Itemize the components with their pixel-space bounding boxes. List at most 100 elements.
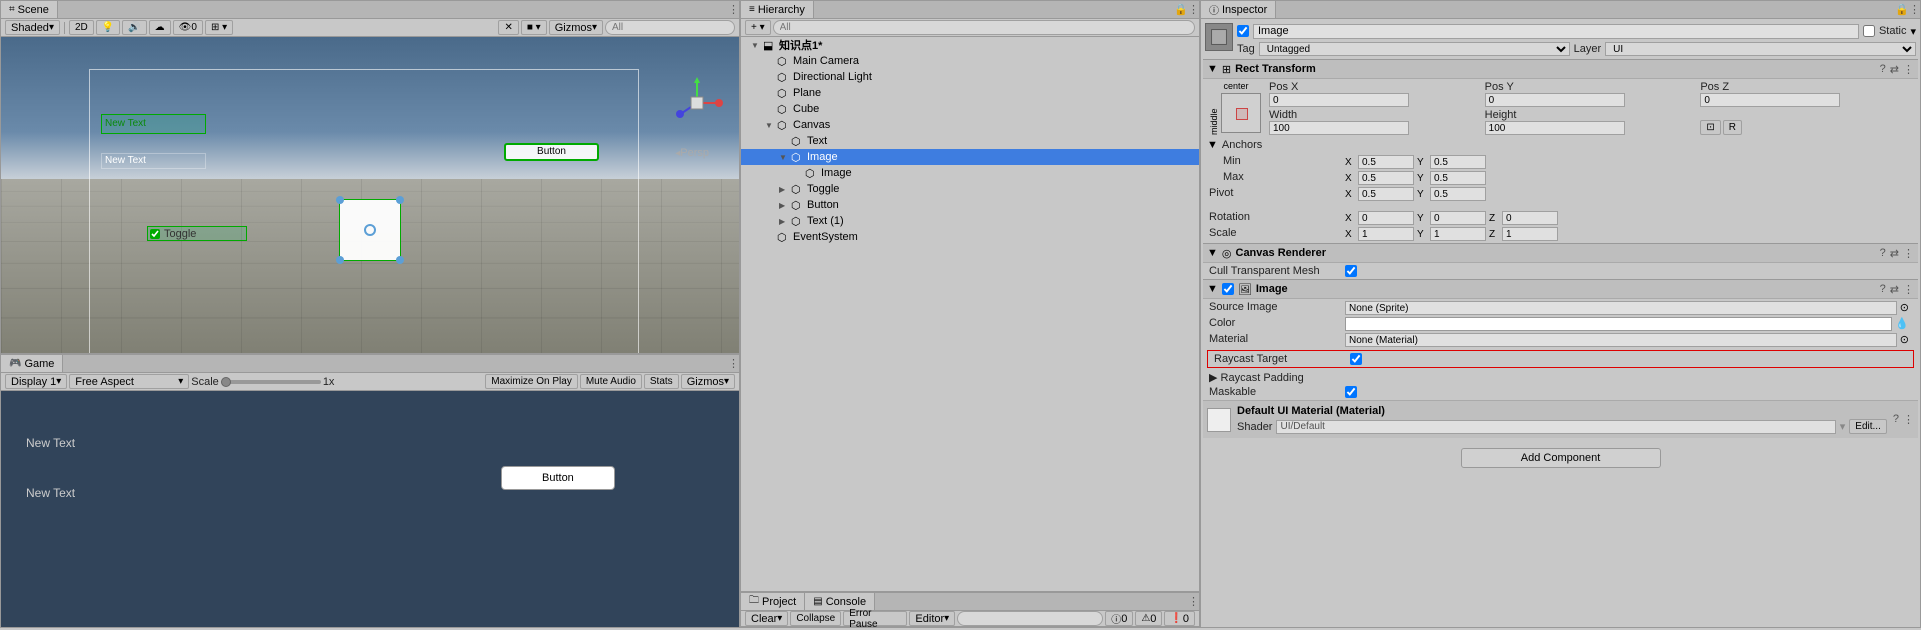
pos-z-input[interactable] (1700, 93, 1840, 107)
tree-item[interactable]: ⬡Text (741, 133, 1199, 149)
tree-arrow-icon[interactable]: ▶ (779, 217, 789, 226)
tree-item[interactable]: ⬡Main Camera (741, 53, 1199, 69)
tree-item[interactable]: ▼⬓知识点1* (741, 37, 1199, 53)
anchors-foldout-icon[interactable]: ▼ (1207, 139, 1218, 151)
error-count[interactable]: ❗0 (1164, 611, 1195, 626)
add-component-button[interactable]: Add Component (1461, 448, 1661, 468)
console-search-input[interactable] (957, 611, 1103, 626)
fx-toggle-icon[interactable]: ☁ (149, 20, 171, 35)
camera-icon[interactable]: ■ ▾ (521, 20, 547, 35)
raycast-padding-foldout-icon[interactable]: ▶ (1209, 372, 1217, 384)
height-input[interactable] (1485, 121, 1625, 135)
pos-x-input[interactable] (1269, 93, 1409, 107)
tree-arrow-icon[interactable]: ▶ (779, 185, 789, 194)
scene-text-object-1[interactable]: New Text (101, 114, 206, 134)
panel-menu-icon[interactable]: ⋮ (728, 3, 739, 16)
edit-shader-button[interactable]: Edit... (1849, 419, 1887, 434)
anchor-max-y-input[interactable] (1430, 171, 1486, 185)
perspective-label[interactable]: ◂Persp (675, 147, 709, 159)
panel-menu-icon[interactable]: ⋮ (1188, 3, 1199, 16)
pivot-handle[interactable] (364, 224, 376, 236)
create-dropdown[interactable]: + ▾ (745, 20, 771, 35)
scene-image-object[interactable] (339, 199, 401, 261)
tree-item[interactable]: ⬡Image (741, 165, 1199, 181)
tree-item[interactable]: ⬡Cube (741, 101, 1199, 117)
resize-handle[interactable] (396, 256, 404, 264)
visibility-toggle-icon[interactable]: 👁0 (173, 20, 203, 35)
tree-item[interactable]: ▶⬡Text (1) (741, 213, 1199, 229)
shading-dropdown[interactable]: Shaded ▾ (5, 20, 60, 35)
scene-text-object-2[interactable]: New Text (101, 153, 206, 169)
panel-lock-icon[interactable]: 🔒 (1895, 3, 1909, 16)
scene-tab[interactable]: ⌗ Scene (1, 1, 58, 18)
game-tab[interactable]: 🎮 Game (1, 355, 63, 372)
gizmos-dropdown[interactable]: Gizmos ▾ (549, 20, 603, 35)
scene-toggle-object[interactable]: Toggle (147, 226, 247, 241)
tree-arrow-icon[interactable]: ▼ (751, 41, 761, 50)
tree-item[interactable]: ⬡Directional Light (741, 69, 1199, 85)
layer-dropdown[interactable]: UI (1605, 42, 1916, 56)
image-component-header[interactable]: ▼ 🖼 Image ?⇄⋮ (1203, 279, 1918, 299)
anchor-min-x-input[interactable] (1358, 155, 1414, 169)
tree-arrow-icon[interactable]: ▼ (765, 121, 775, 130)
pivot-x-input[interactable] (1358, 187, 1414, 201)
menu-icon[interactable]: ⋮ (1903, 283, 1914, 296)
audio-toggle-icon[interactable]: 🔊 (122, 20, 146, 35)
menu-icon[interactable]: ⋮ (1903, 63, 1914, 76)
rotation-z-input[interactable] (1502, 211, 1558, 225)
image-enabled-checkbox[interactable] (1222, 283, 1234, 295)
pos-y-input[interactable] (1485, 93, 1625, 107)
tree-item[interactable]: ⬡EventSystem (741, 229, 1199, 245)
object-picker-icon[interactable]: ⊙ (1897, 301, 1912, 315)
gameobject-name-input[interactable] (1253, 24, 1859, 39)
anchor-min-y-input[interactable] (1430, 155, 1486, 169)
resize-handle[interactable] (336, 256, 344, 264)
editor-dropdown[interactable]: Editor ▾ (909, 611, 955, 626)
maximize-toggle[interactable]: Maximize On Play (485, 374, 578, 389)
tree-item[interactable]: ▼⬡Canvas (741, 117, 1199, 133)
scale-y-input[interactable] (1430, 227, 1486, 241)
preset-icon[interactable]: ⇄ (1890, 63, 1899, 76)
anchor-max-x-input[interactable] (1358, 171, 1414, 185)
scale-x-input[interactable] (1358, 227, 1414, 241)
help-icon[interactable]: ? (1880, 283, 1886, 296)
preset-icon[interactable]: ⇄ (1890, 283, 1899, 296)
orientation-gizmo-icon[interactable] (667, 73, 727, 133)
preset-icon[interactable]: ⇄ (1890, 247, 1899, 260)
scale-z-input[interactable] (1502, 227, 1558, 241)
collapse-toggle[interactable]: Collapse (790, 611, 841, 626)
menu-icon[interactable]: ⋮ (1903, 413, 1914, 426)
gameobject-icon[interactable] (1205, 23, 1233, 51)
lighting-toggle-icon[interactable]: 💡 (96, 20, 120, 35)
material-field[interactable] (1345, 333, 1897, 347)
tree-item[interactable]: ⬡Plane (741, 85, 1199, 101)
material-header[interactable]: Default UI Material (Material) Shader ▾ … (1203, 400, 1918, 438)
pivot-y-input[interactable] (1430, 187, 1486, 201)
rotation-x-input[interactable] (1358, 211, 1414, 225)
menu-icon[interactable]: ⋮ (1903, 247, 1914, 260)
info-count[interactable]: ⓘ 0 (1105, 611, 1133, 626)
tree-arrow-icon[interactable]: ▶ (779, 201, 789, 210)
aspect-dropdown[interactable]: Free Aspect▾ (69, 374, 189, 389)
foldout-arrow-icon[interactable]: ▼ (1207, 247, 1218, 259)
tools-icon[interactable]: ✕ (498, 20, 518, 35)
stats-toggle[interactable]: Stats (644, 374, 679, 389)
cull-transparent-checkbox[interactable] (1345, 265, 1357, 277)
inspector-tab[interactable]: ⓘ Inspector (1201, 1, 1276, 18)
rotation-y-input[interactable] (1430, 211, 1486, 225)
tag-dropdown[interactable]: Untagged (1259, 42, 1570, 56)
help-icon[interactable]: ? (1893, 413, 1899, 426)
help-icon[interactable]: ? (1880, 63, 1886, 76)
canvas-renderer-header[interactable]: ▼ ◎ Canvas Renderer ?⇄⋮ (1203, 243, 1918, 263)
tree-item[interactable]: ▶⬡Toggle (741, 181, 1199, 197)
scene-button-object[interactable]: Button (504, 143, 599, 161)
panel-menu-icon[interactable]: ⋮ (1909, 3, 1920, 16)
hierarchy-search-input[interactable] (773, 20, 1195, 35)
blueprint-mode-icon[interactable]: ⊡ (1700, 120, 1720, 135)
grid-toggle-icon[interactable]: ⊞ ▾ (205, 20, 233, 35)
foldout-arrow-icon[interactable]: ▼ (1207, 283, 1218, 295)
tree-item[interactable]: ▼⬡Image (741, 149, 1199, 165)
scene-search-input[interactable] (605, 20, 735, 35)
panel-lock-icon[interactable]: 🔒 (1174, 3, 1188, 16)
panel-menu-icon[interactable]: ⋮ (1188, 595, 1199, 608)
